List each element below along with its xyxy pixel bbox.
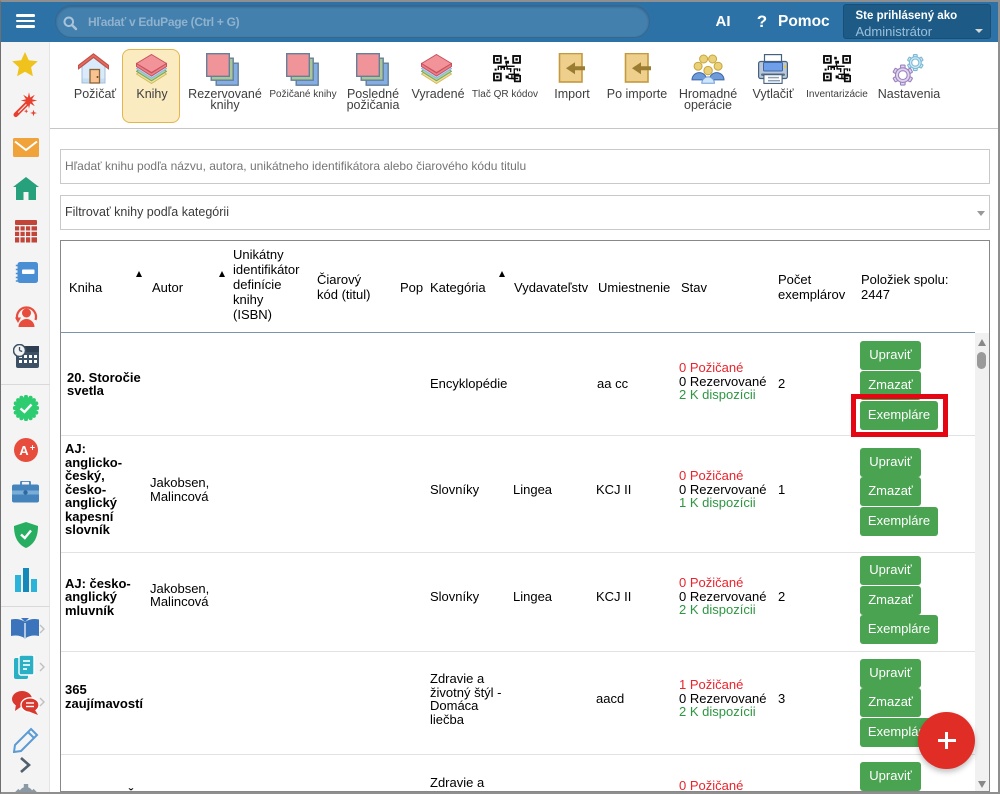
- svg-text:A: A: [19, 443, 29, 458]
- svg-text:+: +: [30, 443, 35, 453]
